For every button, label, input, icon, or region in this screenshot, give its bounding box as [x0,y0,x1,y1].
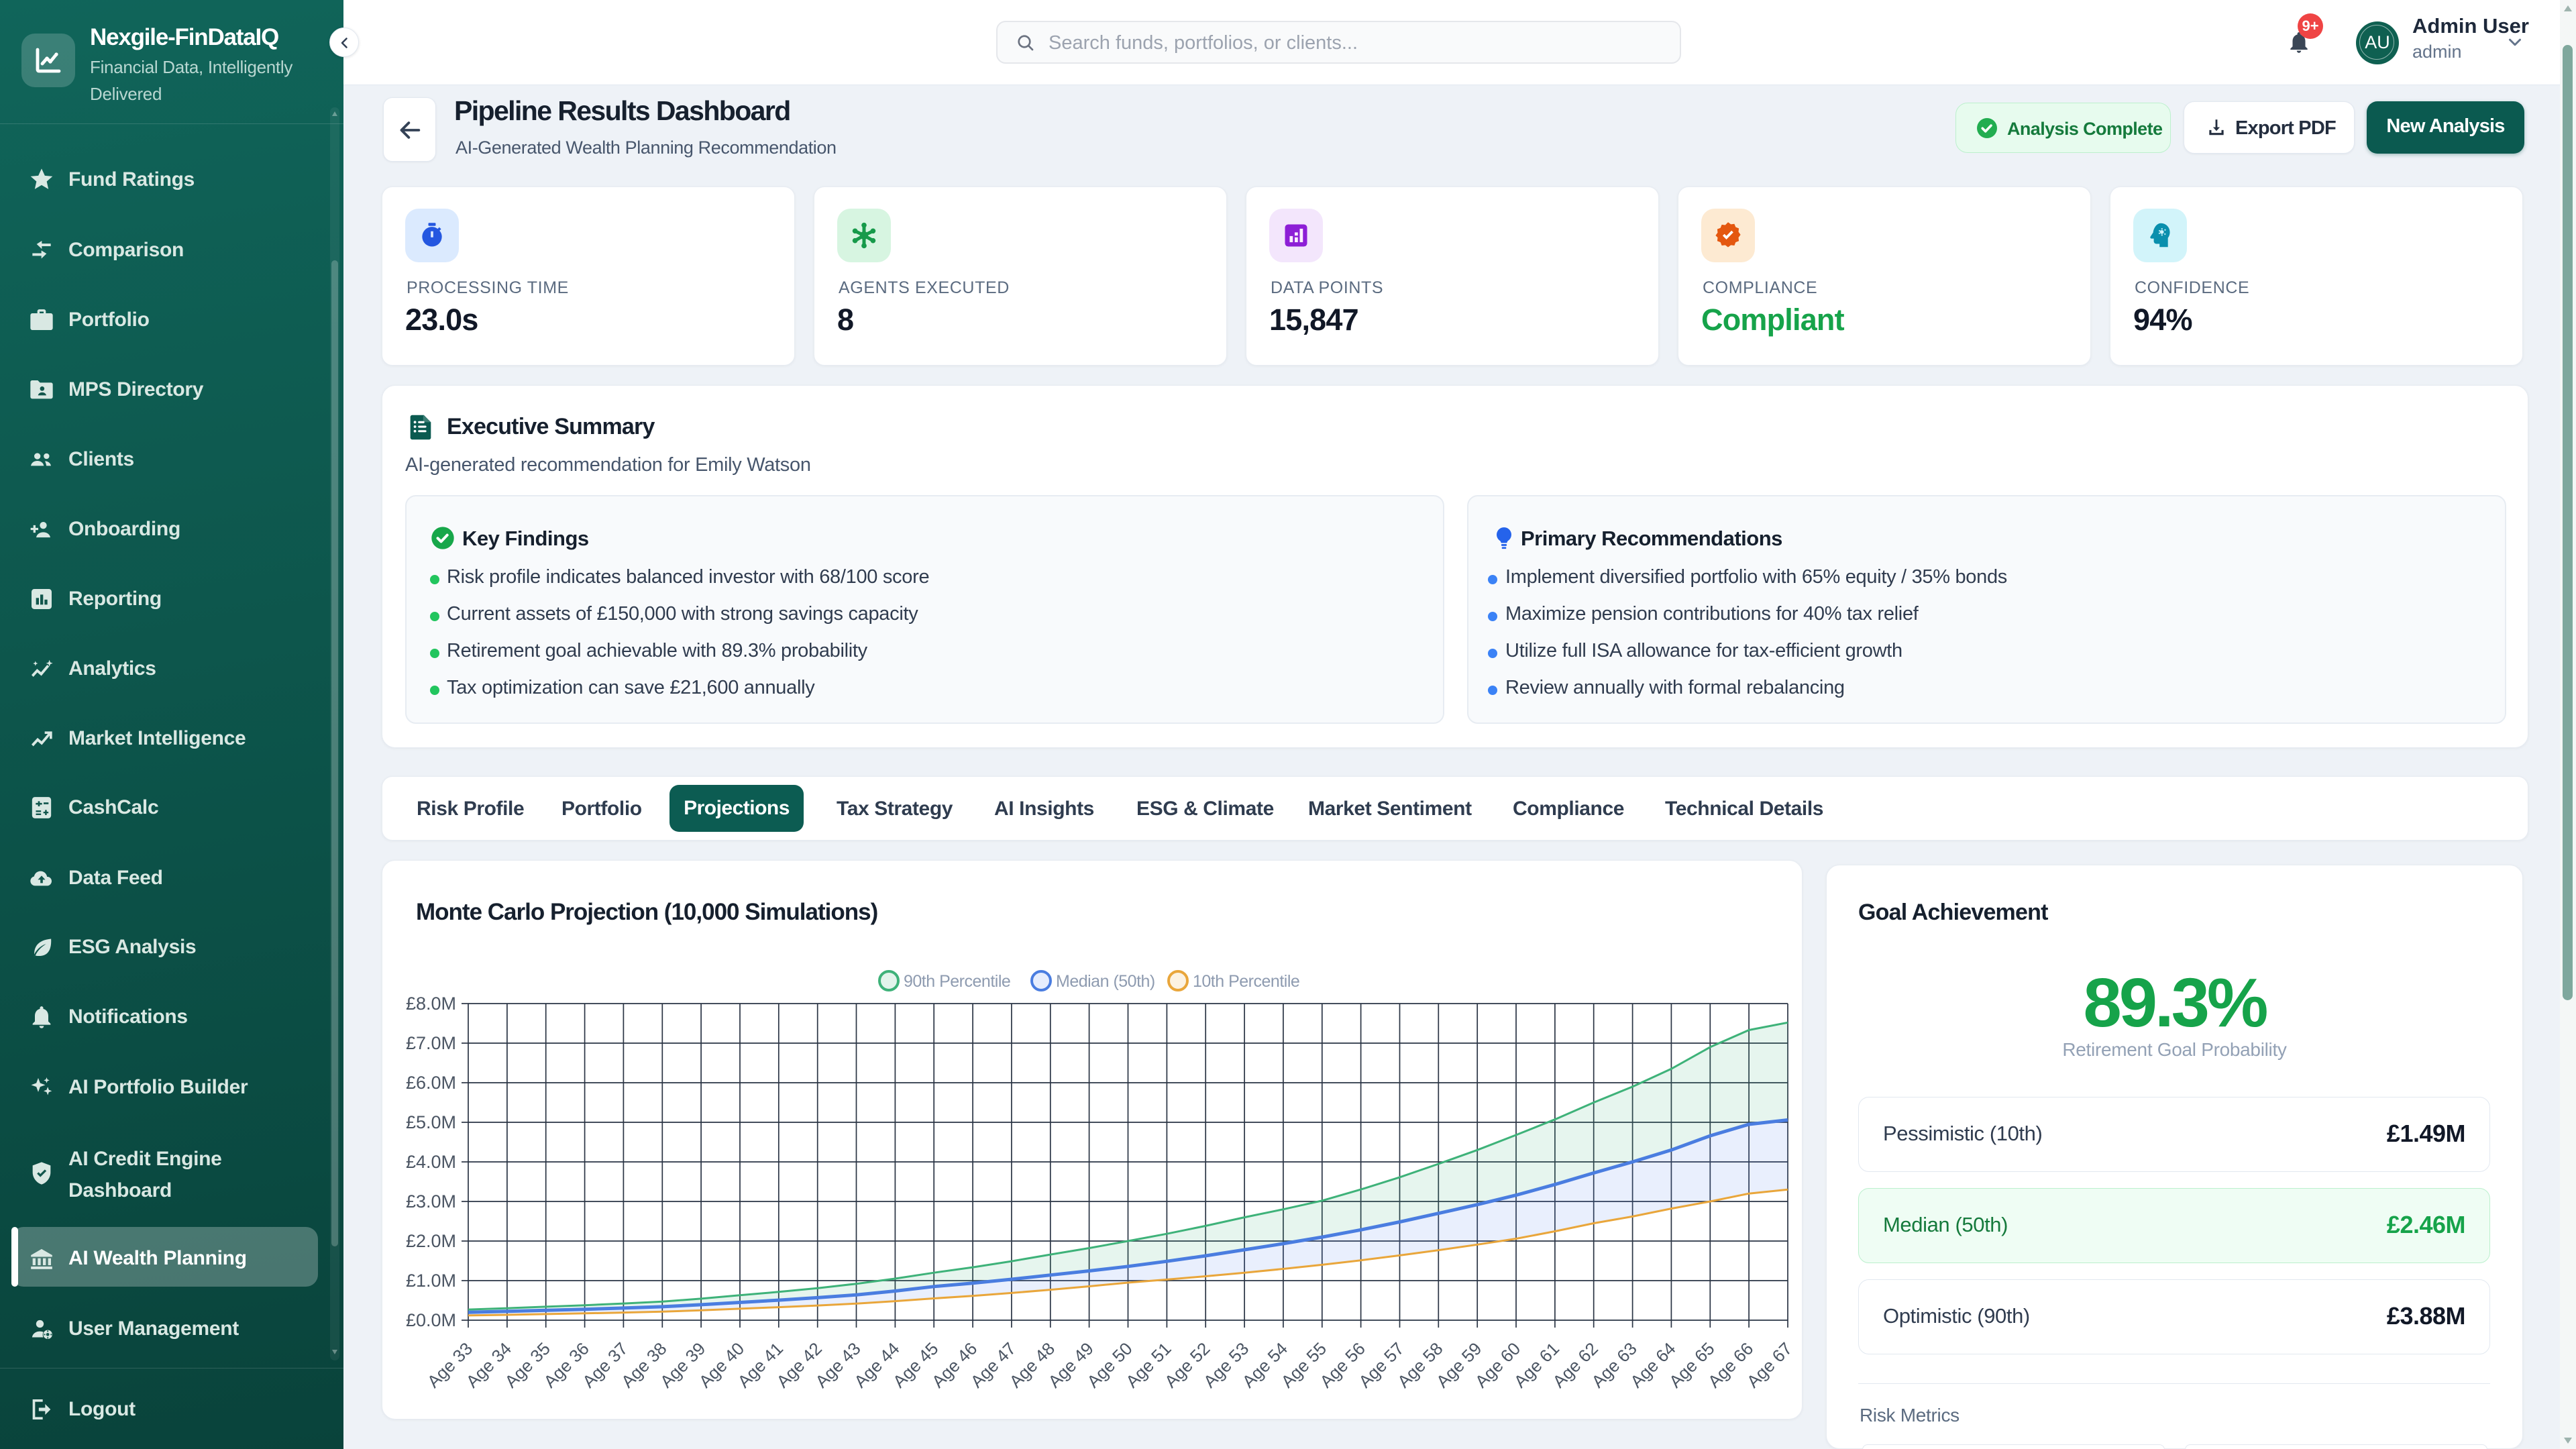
svg-text:10th Percentile: 10th Percentile [1193,972,1299,991]
svg-text:90th Percentile: 90th Percentile [904,972,1010,991]
svg-text:£8.0M: £8.0M [406,994,456,1014]
svg-text:£3.0M: £3.0M [406,1191,456,1212]
svg-text:£7.0M: £7.0M [406,1033,456,1053]
svg-text:£6.0M: £6.0M [406,1073,456,1093]
svg-text:£1.0M: £1.0M [406,1271,456,1291]
svg-text:£5.0M: £5.0M [406,1112,456,1132]
svg-text:£4.0M: £4.0M [406,1152,456,1172]
svg-text:£2.0M: £2.0M [406,1231,456,1251]
svg-text:Median (50th): Median (50th) [1056,972,1155,991]
svg-text:£0.0M: £0.0M [406,1310,456,1330]
